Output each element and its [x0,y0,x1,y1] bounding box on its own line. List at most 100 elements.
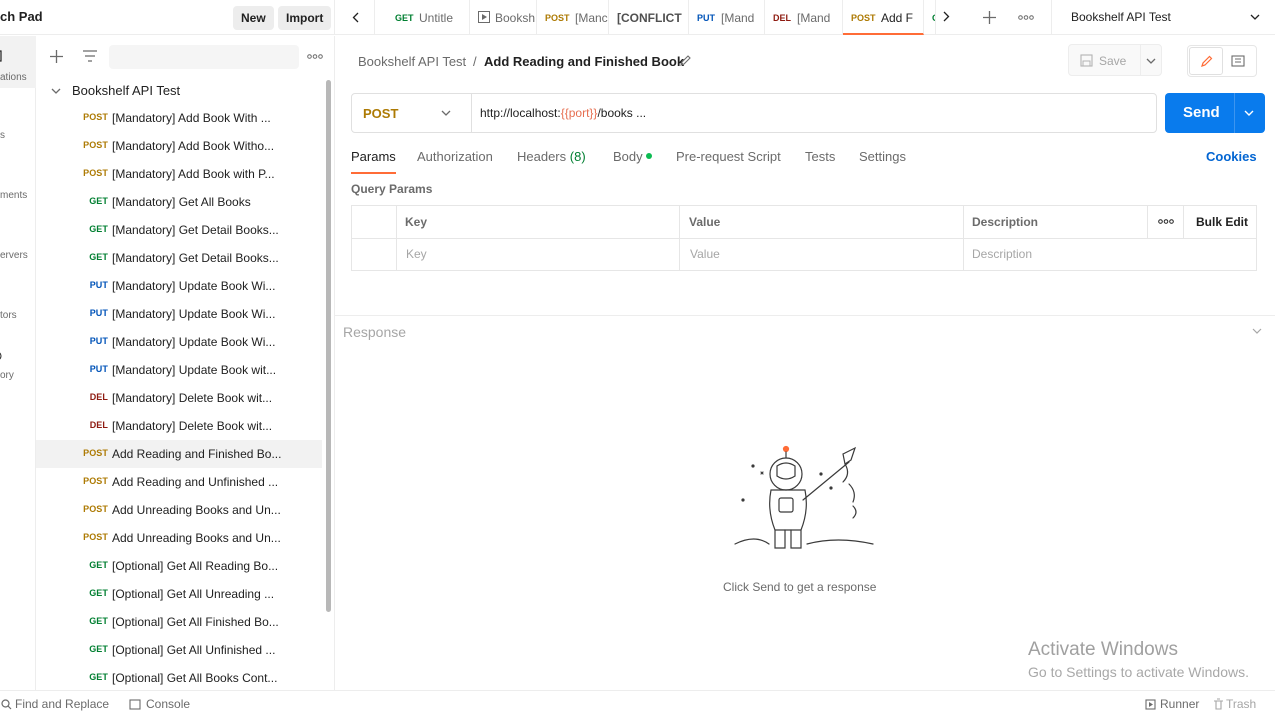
console-button[interactable]: Console [146,697,190,711]
sidebar-request-item[interactable]: POST [Mandatory] Add Book Witho... [36,132,322,160]
method-select[interactable]: POST [352,94,472,132]
rail-item-environments[interactable]: ments [0,164,36,216]
send-button[interactable]: Send [1183,104,1220,121]
sidebar-scrollbar[interactable] [326,80,331,612]
request-method-badge: PUT [89,308,108,318]
request-name: [Optional] Get All Unfinished ... [112,643,276,657]
tab-title: [CONFLICT [617,11,682,25]
rail-item-apis[interactable]: s [0,108,36,160]
filter-icon[interactable] [83,50,97,62]
find-replace-button[interactable]: Find and Replace [15,697,109,711]
tab-body[interactable]: Body [613,149,653,174]
request-name: [Optional] Get All Books Cont... [112,671,278,685]
rail-label: s [0,130,5,141]
tab-authorization[interactable]: Authorization [417,149,493,174]
column-options[interactable] [1148,206,1184,238]
tab-settings[interactable]: Settings [859,149,906,174]
sidebar-request-item[interactable]: GET [Mandatory] Get All Books [36,188,322,216]
activate-windows-subtitle: Go to Settings to activate Windows. [1028,664,1249,680]
documentation-icon[interactable] [1231,55,1245,67]
request-name: [Mandatory] Add Book Witho... [112,139,275,153]
select-all-cell[interactable] [352,206,397,238]
url-input[interactable]: http://localhost:{{port}}/books ... [480,106,646,120]
sidebar-request-item[interactable]: GET [Optional] Get All Unreading ... [36,580,322,608]
request-tab[interactable]: GET Untitle [387,0,470,35]
sidebar-request-item[interactable]: PUT [Mandatory] Update Book Wi... [36,272,322,300]
breadcrumb-collection[interactable]: Bookshelf API Test [358,54,466,69]
astronaut-illustration-icon [734,445,874,549]
sidebar-request-item[interactable]: GET [Optional] Get All Unfinished ... [36,636,322,664]
sidebar-request-item[interactable]: POST Add Reading and Finished Bo... [36,440,322,468]
tab-headers[interactable]: Headers (8) [517,149,586,174]
runner-icon [1145,699,1156,710]
request-tab[interactable]: Booksh [470,0,537,35]
save-options-chevron-icon[interactable] [1146,58,1156,65]
cookies-link[interactable]: Cookies [1206,149,1257,174]
request-tab[interactable]: PUT [Mand [689,0,765,35]
divider [1140,45,1141,75]
key-input[interactable]: Key [397,239,680,271]
request-method-badge: DEL [89,420,108,430]
new-button[interactable]: New [233,6,274,30]
sidebar-request-item[interactable]: PUT [Mandatory] Update Book Wi... [36,328,322,356]
collection-row[interactable]: Bookshelf API Test [36,80,326,106]
tab-options-icon[interactable] [1018,15,1034,20]
sidebar-request-item[interactable]: POST [Mandatory] Add Book With ... [36,104,322,132]
sidebar-request-item[interactable]: PUT [Mandatory] Update Book wit... [36,356,322,384]
sidebar-request-item[interactable]: GET [Mandatory] Get Detail Books... [36,244,322,272]
environment-selector[interactable]: Bookshelf API Test [1071,10,1171,24]
sidebar-request-item[interactable]: POST Add Reading and Unfinished ... [36,468,322,496]
request-name: Add Unreading Books and Un... [112,531,281,545]
sidebar-request-item[interactable]: GET [Optional] Get All Books Cont... [36,664,322,690]
history-icon [0,352,2,360]
search-collections-input[interactable] [109,45,299,69]
value-input[interactable]: Value [680,239,964,271]
method-chevron-icon [441,110,451,116]
sidebar-request-item[interactable]: GET [Mandatory] Get Detail Books... [36,216,322,244]
sidebar-request-item[interactable]: GET [Optional] Get All Reading Bo... [36,552,322,580]
scroll-tabs-left[interactable] [335,0,375,35]
send-options-chevron-icon[interactable] [1244,110,1254,117]
request-tab[interactable]: [CONFLICT [609,0,689,35]
rail-label: ory [0,370,14,381]
runner-button[interactable]: Runner [1160,697,1199,711]
rail-item-monitors[interactable]: tors [0,284,36,336]
request-name: [Mandatory] Add Book with P... [112,167,275,181]
request-tab[interactable]: POST Add F [843,0,924,35]
edit-pencil-icon[interactable] [679,55,691,67]
request-tab[interactable]: DEL [Mand [765,0,843,35]
sidebar-request-item[interactable]: POST Add Unreading Books and Un... [36,524,322,552]
tab-tests[interactable]: Tests [805,149,835,174]
more-options-icon[interactable] [307,54,323,59]
sidebar-request-item[interactable]: GET [Optional] Get All Finished Bo... [36,608,322,636]
scroll-tabs-right[interactable] [943,11,950,25]
pencil-icon [1201,55,1213,67]
environment-chevron-icon[interactable] [1250,14,1260,21]
plus-icon[interactable] [50,50,63,63]
request-tab[interactable]: POST [Manc [537,0,609,35]
edit-mode-button[interactable] [1189,47,1223,75]
request-method-badge: POST [83,504,108,514]
page-title[interactable]: Add Reading and Finished Book [484,54,684,69]
collapse-response-icon[interactable] [1252,328,1262,335]
response-divider[interactable] [335,315,1275,316]
sidebar-request-item[interactable]: DEL [Mandatory] Delete Book wit... [36,412,322,440]
rail-item-collections[interactable]: ations [0,36,36,88]
save-button[interactable]: Save [1099,54,1126,68]
tab-params[interactable]: Params [351,149,396,174]
sidebar-request-item[interactable]: POST Add Unreading Books and Un... [36,496,322,524]
rail-item-history[interactable]: ory [0,344,36,396]
import-button[interactable]: Import [278,6,332,30]
description-input[interactable]: Description [972,247,1032,261]
rail-item-mock-servers[interactable]: ervers [0,224,36,276]
sidebar-request-item[interactable]: POST [Mandatory] Add Book with P... [36,160,322,188]
trash-button[interactable]: Trash [1226,697,1256,711]
sidebar-request-item[interactable]: PUT [Mandatory] Update Book Wi... [36,300,322,328]
bulk-edit-button[interactable]: Bulk Edit [1196,215,1248,229]
sidebar-request-item[interactable]: DEL [Mandatory] Delete Book wit... [36,384,322,412]
workspace-title[interactable]: ch Pad [0,9,43,24]
save-icon [1080,54,1093,67]
new-tab-plus-icon[interactable] [983,11,996,24]
request-tab[interactable]: G [924,0,936,35]
tab-prerequest-script[interactable]: Pre-request Script [676,149,781,174]
